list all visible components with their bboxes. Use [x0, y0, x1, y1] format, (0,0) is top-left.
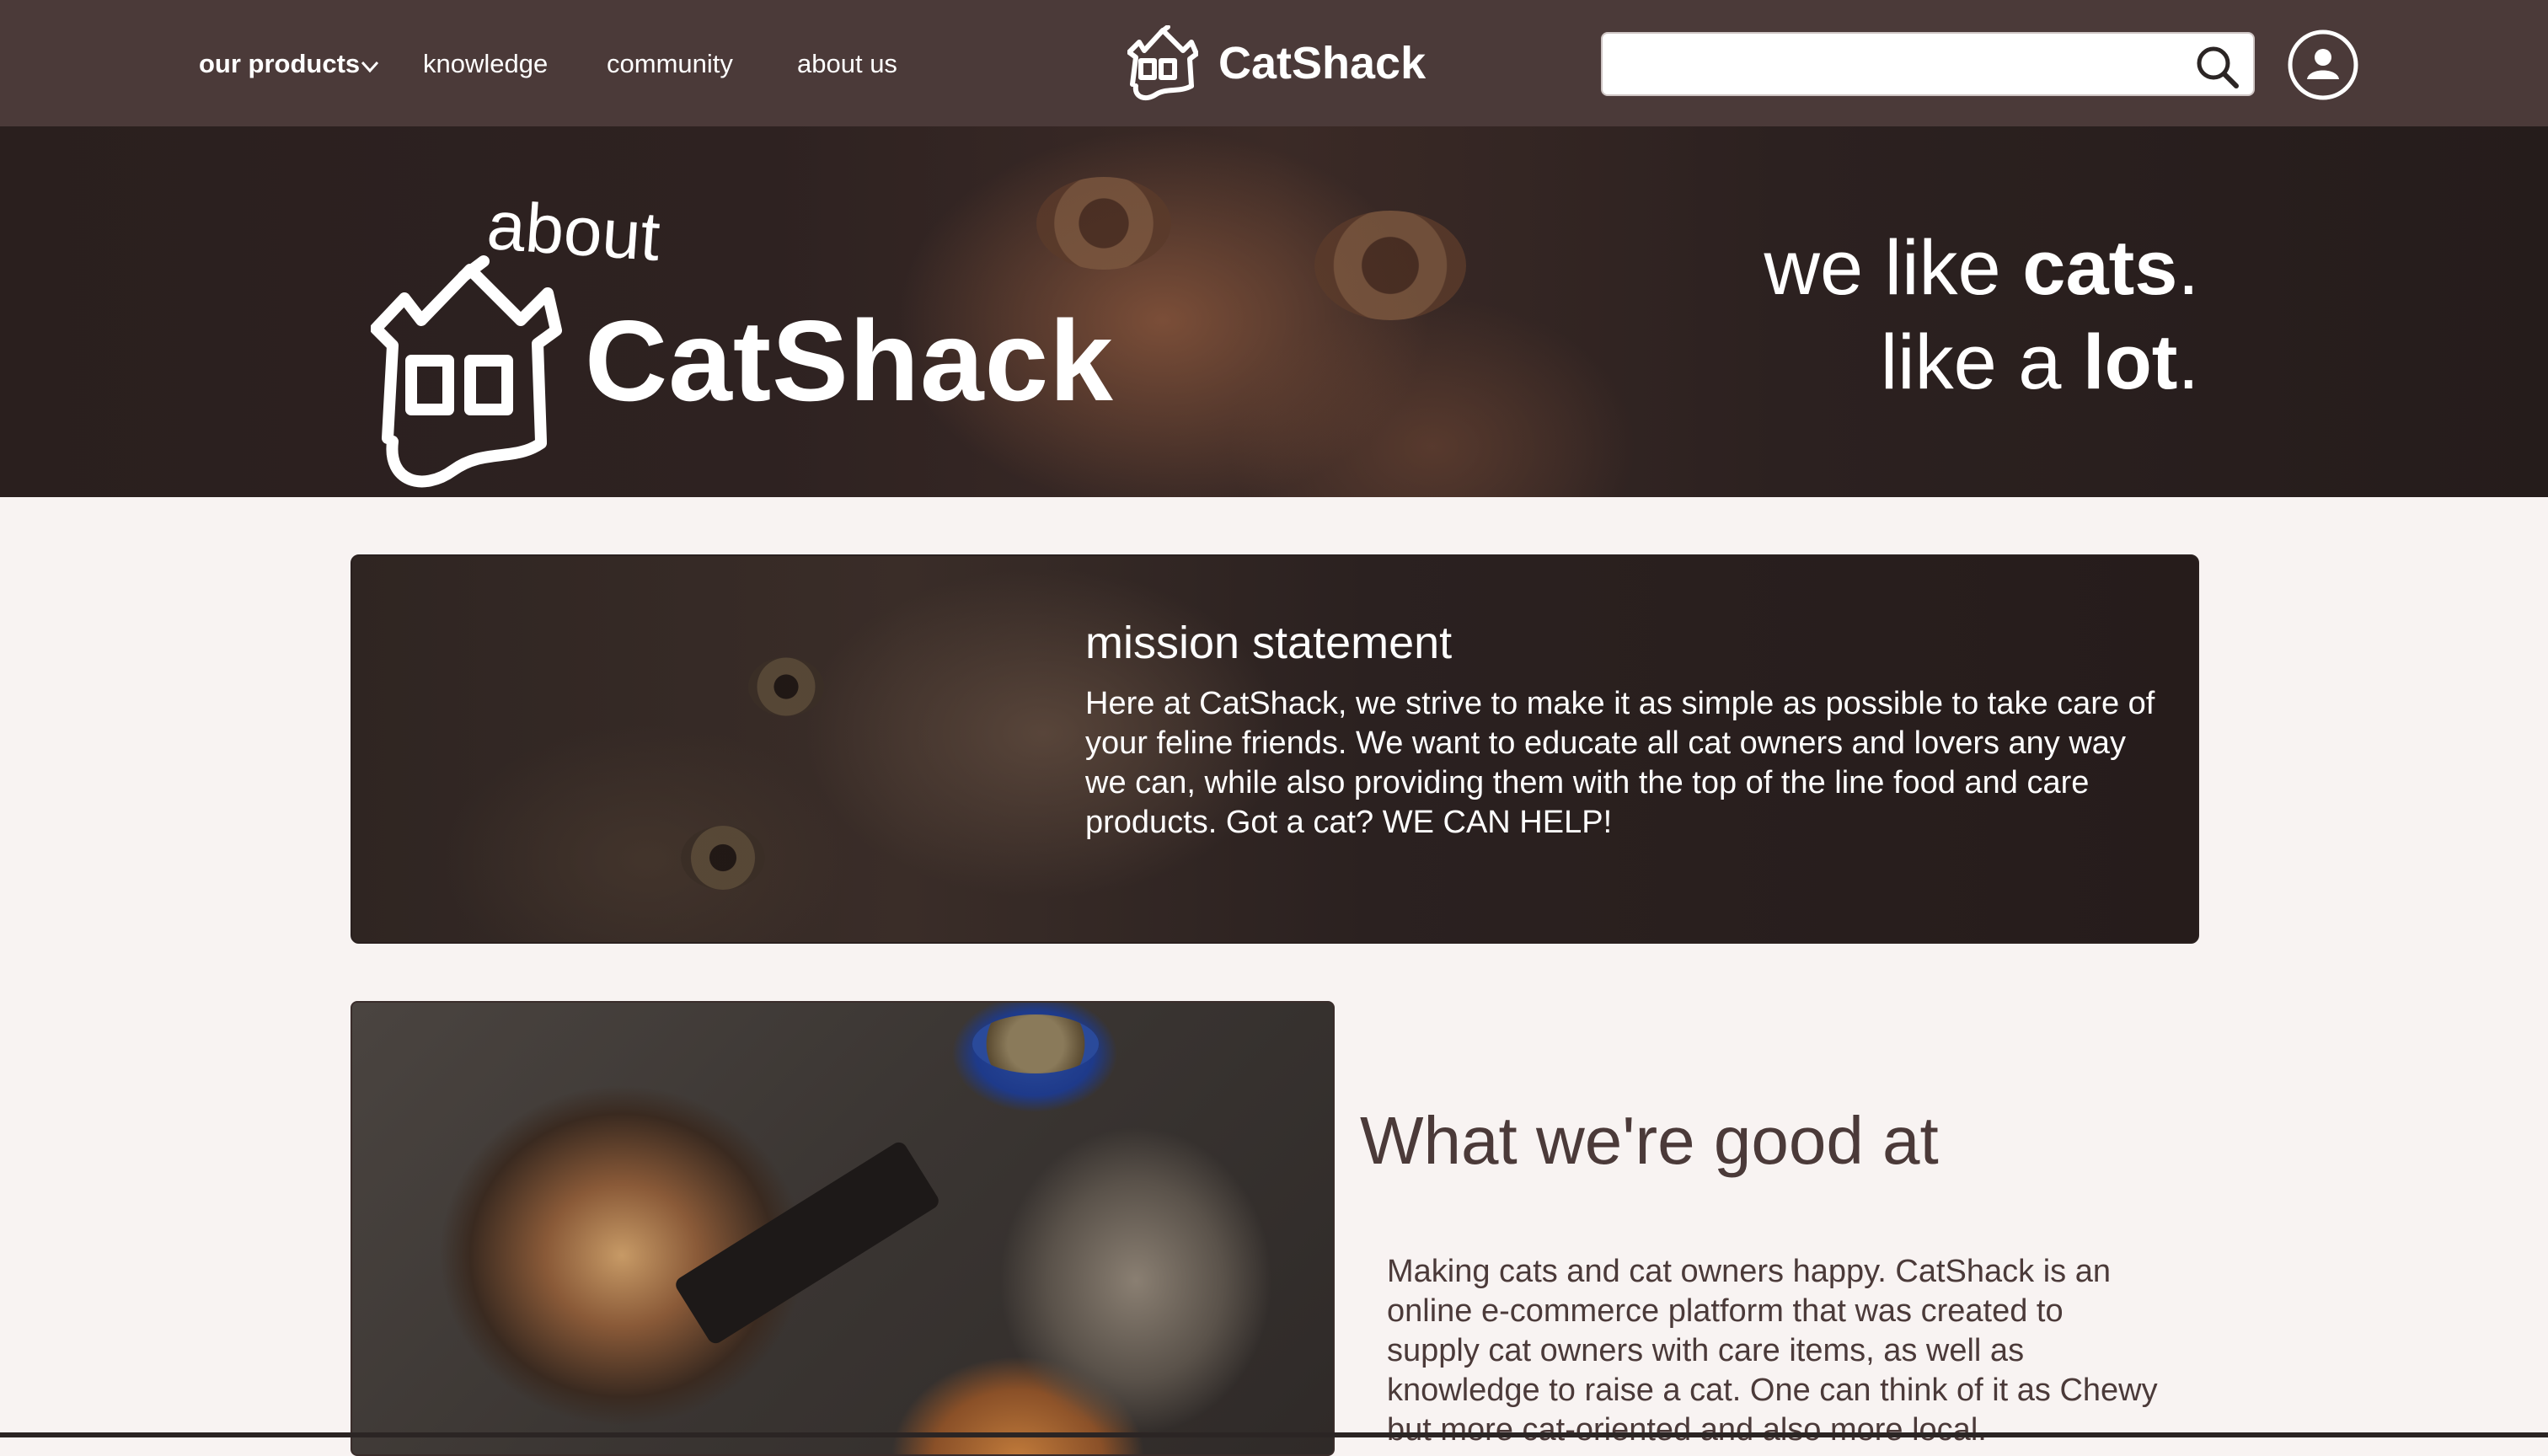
hero-tagline-line1: we like cats. [1764, 224, 2199, 313]
search-box [1601, 32, 2255, 96]
hero-cat-eye [1314, 211, 1466, 320]
tagline-text: we like [1764, 225, 2023, 311]
pan-handle [672, 1139, 942, 1346]
top-nav: our products knowledge community about u… [0, 0, 2548, 126]
hero-title: CatShack [585, 297, 1114, 425]
mission-card: mission statement Here at CatShack, we s… [351, 554, 2199, 944]
brand-name: CatShack [1218, 38, 1427, 88]
catshack-logo-icon [1127, 25, 1198, 101]
hero-tagline-line2: like a lot. [1881, 318, 2199, 407]
nav-community[interactable]: community [607, 49, 733, 79]
user-icon[interactable] [2287, 29, 2359, 101]
mission-cat-eye [748, 657, 824, 716]
nav-knowledge[interactable]: knowledge [423, 49, 548, 79]
tagline-text: like a [1880, 319, 2084, 405]
good-at-body: Making cats and cat owners happy. CatSha… [1387, 1254, 2158, 1448]
search-input[interactable] [1616, 42, 2176, 88]
good-at-heading: What we're good at [1360, 1103, 1939, 1178]
brand-home-link[interactable]: CatShack [1127, 25, 1431, 103]
search-icon[interactable] [2194, 44, 2240, 89]
chevron-down-icon[interactable] [359, 57, 381, 76]
nav-about-us[interactable]: about us [797, 49, 897, 79]
tagline-bold: cats [2022, 225, 2178, 311]
hero-banner: about CatShack we like cats. like a lot. [0, 126, 2548, 497]
mission-body: Here at CatShack, we strive to make it a… [1085, 686, 2155, 840]
tagline-text: . [2177, 319, 2199, 405]
nav-our-products[interactable]: our products [199, 49, 360, 79]
cat-eating-photo [351, 1001, 1335, 1456]
screen-bottom-edge [0, 1432, 2548, 1437]
catshack-logo-icon [371, 255, 562, 488]
tagline-bold: lot [2083, 319, 2178, 405]
mission-cat-eye [681, 826, 765, 890]
hero-cat-eye [1036, 177, 1171, 270]
tagline-text: . [2177, 225, 2199, 311]
mission-heading: mission statement [1085, 618, 1453, 668]
food-bowl [972, 1014, 1099, 1073]
